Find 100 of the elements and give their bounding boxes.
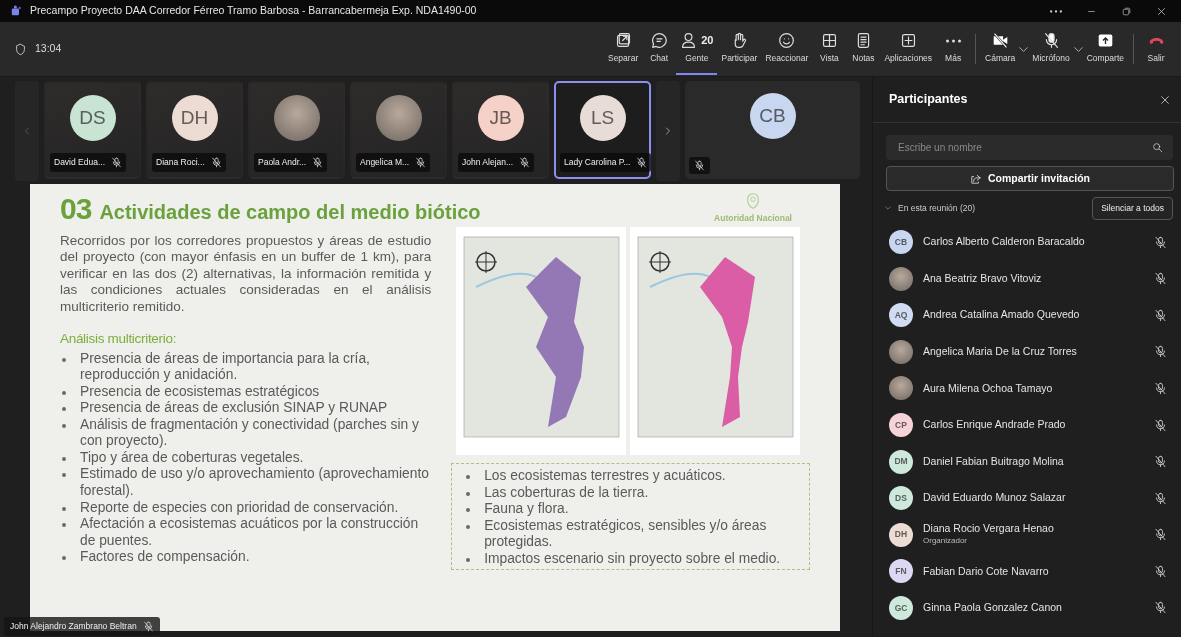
- mic-off-icon: [519, 157, 531, 169]
- bullet-icon: [466, 557, 471, 562]
- share-invitation-button[interactable]: Compartir invitación: [886, 166, 1174, 191]
- list-item: Presencia de áreas de importancia para la cría, reproducción y anidación.: [80, 350, 371, 384]
- list-item: Factores de compensación.: [80, 549, 250, 566]
- bullet-icon: [466, 491, 471, 496]
- video-tile[interactable]: Paola Andr...: [248, 81, 345, 179]
- avatar: FN: [889, 559, 913, 584]
- list-item: Afectación a ecosistemas acuáticos por la construcción de puentes.: [80, 516, 420, 550]
- toolbar-button[interactable]: Chat: [642, 23, 677, 75]
- video-tile[interactable]: LS Lady Carolina P...: [554, 81, 651, 179]
- mic-off-icon: [636, 157, 648, 169]
- video-tile[interactable]: DS David Edua...: [44, 81, 141, 179]
- section-toggle[interactable]: En esta reunión (20): [878, 201, 982, 216]
- participant-name: Aura Milena Ochoa Tamayo: [923, 382, 1054, 395]
- bullet-icon: [62, 456, 66, 461]
- mic-off-icon: [1154, 381, 1167, 395]
- restore-icon: [1121, 5, 1132, 17]
- caret-icon[interactable]: [1073, 46, 1083, 52]
- list-item: Impactos escenario sin proyecto sobre el medio.: [484, 550, 781, 568]
- bullet-icon: [466, 524, 471, 529]
- mic-off-icon: [312, 157, 324, 169]
- window-title: Precampo Proyecto DAA Corredor Férreo Tramo Barbosa - Barrancabermeja Exp. NDA1490-00: [30, 3, 478, 19]
- smiley-icon: [778, 32, 796, 50]
- toolbar-button[interactable]: Más: [936, 23, 971, 75]
- slide-paragraph: Recorridos por los corredores propuestos y áreas de estudio del proyecto (con mayor énfasis en un buffer de 1 km), para verificar en las dos (2) alternativas, la información remitida y las condiciones actuales consideradas en el análisis multicriterio remitido.: [60, 233, 432, 316]
- toolbar-button[interactable]: Cámara: [981, 23, 1020, 75]
- list-item: Los ecosistemas terrestres y acuáticos.: [484, 468, 726, 485]
- avatar: LS: [579, 95, 626, 141]
- chat-bubble-icon: [650, 32, 668, 50]
- more-icon: [1050, 9, 1062, 13]
- slide-number: 03: [60, 194, 92, 224]
- toolbar-button[interactable]: Participar: [717, 23, 762, 75]
- toolbar-button[interactable]: 20 Gente: [676, 23, 718, 75]
- mic-off-icon: [1154, 235, 1167, 249]
- avatar: DH: [171, 95, 218, 141]
- share-icon: [969, 172, 982, 185]
- avatar-placeholder: [889, 339, 913, 364]
- avatar: DS: [889, 486, 913, 511]
- avatar-placeholder: [889, 376, 913, 401]
- toolbar-button[interactable]: Aplicaciones: [880, 23, 937, 75]
- participant-name: Angelica Maria De la Cruz Torres: [923, 346, 1078, 358]
- chevron-icon: [884, 204, 892, 213]
- toolbar-button[interactable]: Salir: [1139, 23, 1173, 75]
- avatar: CB: [889, 230, 913, 255]
- list-item: Fauna y flora.: [484, 501, 569, 518]
- toolbar-button[interactable]: Comparte: [1082, 23, 1128, 75]
- mic-off-icon: [1154, 564, 1167, 578]
- camera-off-icon: [991, 32, 1009, 50]
- meeting-timer: 13:04: [35, 41, 62, 57]
- list-item: Estimado de uso y/o aprovechamiento (aprovechamiento forestal).: [80, 466, 430, 500]
- slide-heading: Actividades de campo del medio biótico: [99, 200, 481, 225]
- bullet-icon: [466, 508, 471, 513]
- avatar: CB: [749, 93, 796, 139]
- avatar: JB: [477, 95, 524, 141]
- participant-name: Lady Carolina P...: [564, 156, 631, 169]
- search-field[interactable]: Escribe un nombre: [886, 135, 1173, 160]
- list-item: Reporte de especies con prioridad de conservación.: [80, 499, 399, 517]
- list-item: Análisis de fragmentación y conectividad (parches sin y con proyecto).: [80, 416, 420, 450]
- toolbar-button[interactable]: Micrófono: [1028, 23, 1074, 75]
- video-tile[interactable]: DH Diana Roci...: [146, 81, 243, 179]
- participant-name: Angelica M...: [360, 156, 410, 169]
- video-tile[interactable]: CB: [685, 81, 860, 179]
- participant-name: Ana Beatriz Bravo Vitoviz: [923, 272, 1043, 285]
- grid-icon: [820, 32, 838, 50]
- avatar: DH: [889, 522, 913, 547]
- close-button[interactable]: [1159, 93, 1171, 106]
- slide-subheading: Análisis multicriterio:: [60, 330, 178, 349]
- bullet-icon: [62, 357, 66, 362]
- caret-icon[interactable]: [1019, 46, 1029, 52]
- mic-off-icon: [415, 157, 427, 169]
- mic-off-icon: [1154, 491, 1167, 505]
- video-tile[interactable]: JB John Alejan...: [452, 81, 549, 179]
- avatar: DS: [69, 95, 116, 141]
- video-tile[interactable]: Angelica M...: [350, 81, 447, 179]
- close-icon: [1156, 5, 1167, 17]
- search-input[interactable]: Escribe un nombre: [896, 139, 1152, 156]
- bullet-icon: [62, 506, 66, 511]
- toolbar-button[interactable]: Vista: [812, 23, 847, 75]
- mute-all-button[interactable]: Silenciar a todos: [1092, 197, 1173, 220]
- avatar: DM: [889, 449, 913, 474]
- mic-off-icon: [1154, 308, 1167, 322]
- bullet-icon: [466, 475, 471, 479]
- more-icon: [944, 38, 962, 43]
- person-icon: [680, 32, 698, 50]
- mic-off-icon: [142, 621, 154, 633]
- participant-name: Paola Andr...: [258, 156, 307, 169]
- list-item: Ecosistemas estratégicos, sensibles y/o áreas protegidas.: [484, 517, 768, 551]
- mic-off-icon: [1042, 32, 1060, 50]
- avatar: AQ: [889, 303, 913, 328]
- list-item: Tipo y área de coberturas vegetales.: [80, 449, 304, 467]
- participant-name: Diana Roci...: [156, 156, 205, 169]
- plus-square-icon: [899, 32, 917, 50]
- list-item: Las coberturas de la tierra.: [484, 484, 649, 502]
- participant-name: Daniel Fabian Buitrago Molina: [923, 455, 1065, 468]
- toolbar-button[interactable]: Separar: [603, 23, 643, 75]
- bullet-icon: [62, 523, 66, 528]
- teams-logo-icon: [10, 5, 22, 17]
- toolbar-button[interactable]: Notas: [846, 23, 881, 75]
- toolbar-button[interactable]: Reaccionar: [761, 23, 813, 75]
